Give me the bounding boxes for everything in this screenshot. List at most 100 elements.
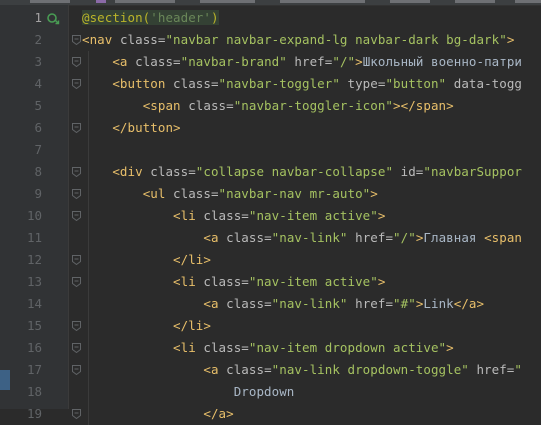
code-text[interactable]: <button class="navbar-toggler" type="but… bbox=[82, 73, 522, 95]
code-text[interactable]: @section('header') bbox=[82, 7, 219, 29]
code-token: > bbox=[370, 186, 378, 201]
code-text[interactable]: Dropdown bbox=[82, 381, 295, 403]
tab-fragment[interactable] bbox=[280, 0, 365, 3]
code-line[interactable]: 5 <span class="navbar-toggler-icon"></sp… bbox=[0, 95, 541, 117]
line-number[interactable]: 13 bbox=[0, 271, 42, 293]
code-token: "nav-link" bbox=[271, 296, 356, 311]
tab-icon-fragment bbox=[96, 0, 106, 3]
line-number[interactable]: 17 bbox=[0, 359, 42, 381]
fold-marker-icon[interactable] bbox=[72, 123, 81, 133]
code-text[interactable]: <li class="nav-item dropdown active"> bbox=[82, 337, 454, 359]
code-token: > bbox=[355, 54, 363, 69]
code-text[interactable]: </li> bbox=[82, 315, 211, 337]
code-text[interactable]: <span class="navbar-toggler-icon"></span… bbox=[82, 95, 454, 117]
tab-fragment[interactable] bbox=[390, 0, 430, 3]
code-line[interactable]: 2 <nav class="navbar navbar-expand-lg nav… bbox=[0, 29, 541, 51]
code-text[interactable]: </button> bbox=[82, 117, 181, 139]
code-line[interactable]: 12 </li> bbox=[0, 249, 541, 271]
code-line[interactable]: 6 </button> bbox=[0, 117, 541, 139]
tab-fragment[interactable] bbox=[200, 0, 255, 3]
line-number[interactable]: 18 bbox=[0, 381, 42, 403]
fold-marker-icon[interactable] bbox=[72, 79, 81, 89]
code-token: > bbox=[446, 340, 454, 355]
line-number[interactable]: 4 bbox=[0, 73, 42, 95]
fold-marker-icon[interactable] bbox=[72, 409, 81, 419]
code-token: " bbox=[514, 362, 522, 377]
code-line[interactable]: 1 @section('header') bbox=[0, 7, 541, 29]
code-token: <div bbox=[112, 164, 151, 179]
code-token: "navbar-toggler" bbox=[218, 76, 348, 91]
code-token: "#" bbox=[393, 296, 416, 311]
tab-fragment[interactable] bbox=[30, 0, 70, 3]
code-text[interactable]: <div class="collapse navbar-collapse" id… bbox=[82, 161, 522, 183]
line-number[interactable]: 10 bbox=[0, 205, 42, 227]
code-line[interactable]: 7 bbox=[0, 139, 541, 161]
code-text[interactable]: <a class="navbar-brand" href="/">Школьны… bbox=[82, 51, 522, 73]
code-line[interactable]: 18 Dropdown bbox=[0, 381, 541, 403]
line-number[interactable]: 1 bbox=[0, 7, 42, 29]
code-token: <button bbox=[112, 76, 174, 91]
code-line[interactable]: 9 <ul class="navbar-nav mr-auto"> bbox=[0, 183, 541, 205]
line-number[interactable]: 15 bbox=[0, 315, 42, 337]
code-line[interactable]: 3 <a class="navbar-brand" href="/">Школь… bbox=[0, 51, 541, 73]
line-number[interactable]: 8 bbox=[0, 161, 42, 183]
line-number[interactable]: 12 bbox=[0, 249, 42, 271]
code-token: "navbar-toggler-icon" bbox=[233, 98, 394, 113]
fold-marker-icon[interactable] bbox=[72, 35, 81, 45]
code-token: href= bbox=[355, 230, 394, 245]
line-number[interactable]: 5 bbox=[0, 95, 42, 117]
code-token: <a bbox=[112, 54, 136, 69]
code-text[interactable]: <a class="nav-link dropdown-toggle" href… bbox=[82, 359, 522, 381]
line-number[interactable]: 3 bbox=[0, 51, 42, 73]
fold-marker-icon[interactable] bbox=[72, 321, 81, 331]
fold-marker-icon[interactable] bbox=[72, 211, 81, 221]
line-number[interactable]: 11 bbox=[0, 227, 42, 249]
line-number[interactable]: 2 bbox=[0, 29, 42, 51]
code-line[interactable]: 13 <li class="nav-item active"> bbox=[0, 271, 541, 293]
fold-marker-icon[interactable] bbox=[72, 255, 81, 265]
code-line[interactable]: 10 <li class="nav-item active"> bbox=[0, 205, 541, 227]
line-number[interactable]: 7 bbox=[0, 139, 42, 161]
code-line[interactable]: 17 <a class="nav-link dropdown-toggle" h… bbox=[0, 359, 541, 381]
code-text[interactable]: <li class="nav-item active"> bbox=[82, 271, 385, 293]
line-number[interactable]: 19 bbox=[0, 403, 42, 425]
code-token: "button" bbox=[385, 76, 454, 91]
code-text[interactable]: <a class="nav-link" href="#">Link</a> bbox=[82, 293, 484, 315]
code-token: 'header' bbox=[150, 10, 211, 25]
fold-marker-icon[interactable] bbox=[72, 189, 81, 199]
fold-marker-icon[interactable] bbox=[72, 343, 81, 353]
code-line[interactable]: 11 <a class="nav-link" href="/">Главная … bbox=[0, 227, 541, 249]
code-text[interactable]: </a> bbox=[82, 403, 234, 425]
code-text[interactable]: </li> bbox=[82, 249, 211, 271]
code-line[interactable]: 14 <a class="nav-link" href="#">Link</a> bbox=[0, 293, 541, 315]
code-line[interactable]: 8 <div class="collapse navbar-collapse" … bbox=[0, 161, 541, 183]
code-text[interactable]: <li class="nav-item active"> bbox=[82, 205, 385, 227]
code-token: <li bbox=[173, 340, 204, 355]
editor-tab-strip[interactable] bbox=[0, 0, 541, 6]
line-number[interactable]: 16 bbox=[0, 337, 42, 359]
code-text[interactable]: <ul class="navbar-nav mr-auto"> bbox=[82, 183, 378, 205]
code-line[interactable]: 15 </li> bbox=[0, 315, 541, 337]
line-number[interactable]: 14 bbox=[0, 293, 42, 315]
tab-fragment[interactable] bbox=[115, 0, 175, 3]
code-text[interactable]: <a class="nav-link" href="/">Главная <sp… bbox=[82, 227, 522, 249]
override-method-icon[interactable] bbox=[46, 11, 60, 25]
fold-marker-icon[interactable] bbox=[72, 167, 81, 177]
code-line[interactable]: 4 <button class="navbar-toggler" type="b… bbox=[0, 73, 541, 95]
line-number[interactable]: 6 bbox=[0, 117, 42, 139]
line-number[interactable]: 9 bbox=[0, 183, 42, 205]
code-line[interactable]: 16 <li class="nav-item dropdown active"> bbox=[0, 337, 541, 359]
tab-fragment[interactable] bbox=[455, 0, 495, 3]
code-text[interactable]: <nav class="navbar navbar-expand-lg navb… bbox=[82, 29, 514, 51]
tab-fragment[interactable] bbox=[515, 0, 541, 3]
fold-marker-icon[interactable] bbox=[72, 57, 81, 67]
code-line[interactable]: 19 </a> bbox=[0, 403, 541, 425]
fold-marker-icon[interactable] bbox=[72, 277, 81, 287]
code-token: @section( bbox=[82, 10, 151, 25]
fold-marker-icon[interactable] bbox=[72, 365, 81, 375]
